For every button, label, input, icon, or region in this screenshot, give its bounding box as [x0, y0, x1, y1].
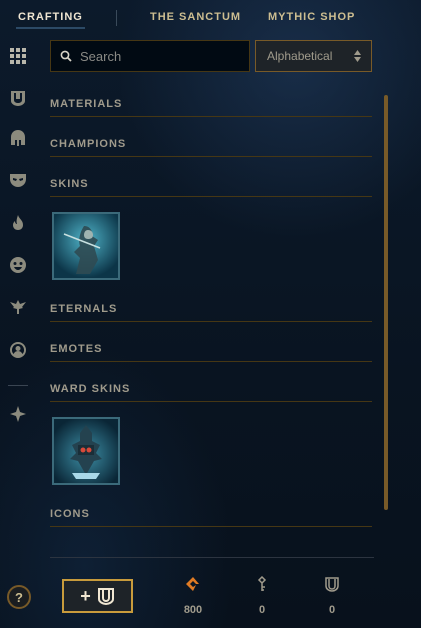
section-emotes[interactable]: EMOTES: [50, 343, 372, 362]
profile-icon[interactable]: [8, 340, 28, 360]
section-eternals[interactable]: ETERNALS: [50, 303, 372, 322]
section-ward-skins[interactable]: WARD SKINS: [50, 383, 372, 402]
ward-icon[interactable]: [8, 297, 28, 317]
tft-icon[interactable]: [8, 404, 28, 424]
key-counter: 0: [242, 576, 282, 616]
section-title: WARD SKINS: [50, 383, 131, 395]
top-nav: CRAFTING THE SANCTUM MYTHIC SHOP: [0, 0, 421, 36]
chest-icon: [97, 588, 114, 605]
helmet-icon[interactable]: [8, 128, 28, 148]
flame-icon[interactable]: [8, 213, 28, 233]
plus-label: +: [80, 585, 91, 606]
section-title: SKINS: [50, 178, 89, 190]
key-value: 0: [258, 604, 266, 616]
chest-counter: 0: [312, 576, 352, 616]
scrollbar-thumb[interactable]: [384, 95, 388, 510]
tab-crafting[interactable]: CRAFTING: [16, 11, 85, 29]
chest-icon[interactable]: [8, 88, 28, 108]
section-icons[interactable]: ICONS: [50, 508, 372, 527]
rail-divider: [8, 385, 28, 386]
search-box[interactable]: [50, 40, 250, 72]
search-icon: [60, 50, 72, 62]
section-skins[interactable]: SKINS: [50, 178, 372, 197]
footer-divider: [50, 557, 374, 558]
sort-label: Alphabetical: [267, 49, 333, 63]
orange-essence-value: 800: [183, 604, 203, 616]
chest-value: 0: [328, 604, 336, 616]
section-champions[interactable]: CHAMPIONS: [50, 138, 372, 157]
sort-dropdown[interactable]: Alphabetical: [255, 40, 372, 72]
section-title: EMOTES: [50, 343, 103, 355]
tab-mythic-shop[interactable]: MYTHIC SHOP: [268, 11, 355, 23]
add-chest-button[interactable]: +: [62, 579, 133, 613]
orange-essence-counter: 800: [173, 576, 213, 616]
section-title: ICONS: [50, 508, 90, 520]
orange-essence-icon: [186, 577, 199, 591]
mask-icon[interactable]: [8, 170, 28, 190]
key-icon: [257, 576, 267, 591]
nav-divider: [116, 10, 117, 26]
section-title: CHAMPIONS: [50, 138, 127, 150]
ward-skin-tile[interactable]: [52, 417, 120, 485]
skin-shard-tile[interactable]: [52, 212, 120, 280]
emote-face-icon[interactable]: [8, 255, 28, 275]
section-title: ETERNALS: [50, 303, 118, 315]
sort-arrows-icon: [354, 50, 361, 62]
grid-icon[interactable]: [8, 46, 28, 66]
search-input[interactable]: [80, 48, 240, 64]
help-button[interactable]: ?: [7, 585, 31, 609]
chest-icon: [325, 577, 339, 592]
section-materials[interactable]: MATERIALS: [50, 98, 372, 117]
section-title: MATERIALS: [50, 98, 123, 110]
tab-the-sanctum[interactable]: THE SANCTUM: [150, 11, 241, 23]
